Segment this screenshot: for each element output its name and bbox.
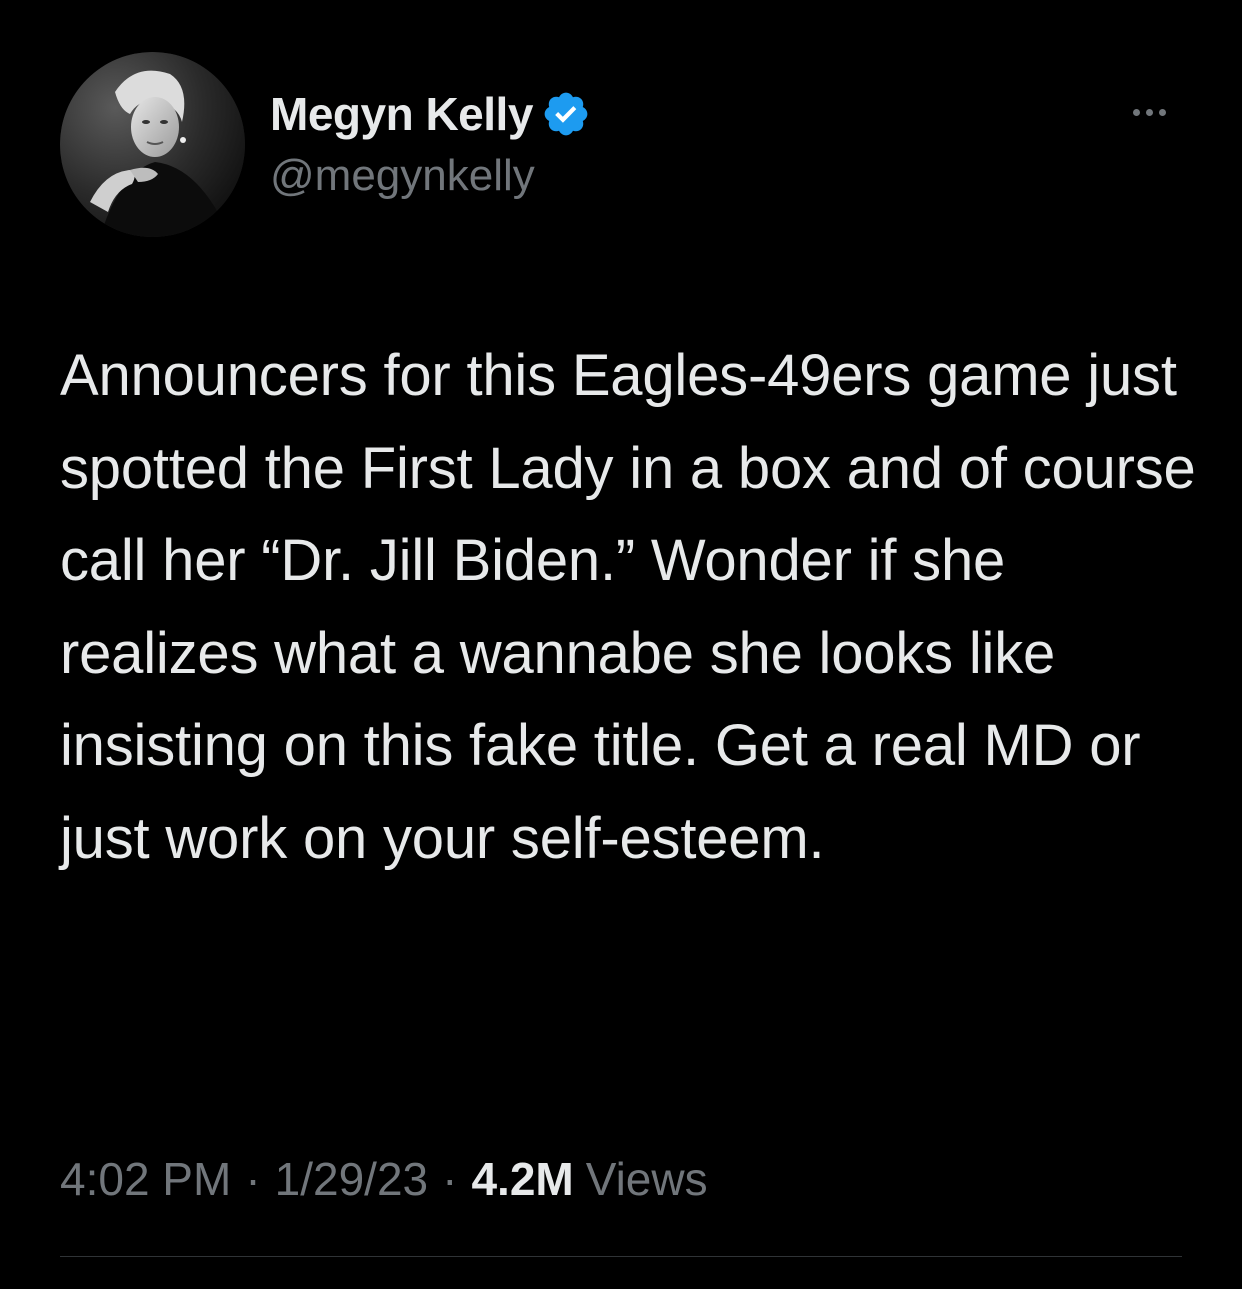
tweet-date[interactable]: 1/29/23 (275, 1152, 428, 1206)
meta-separator: · (442, 1153, 458, 1205)
divider (60, 1256, 1182, 1257)
avatar[interactable] (60, 52, 245, 237)
tweet-time[interactable]: 4:02 PM (60, 1152, 231, 1206)
profile-photo (60, 52, 245, 237)
author-handle[interactable]: @megynkelly (270, 151, 535, 201)
display-name[interactable]: Megyn Kelly (270, 87, 533, 141)
tweet-text: Announcers for this Eagles-49ers game ju… (60, 343, 1196, 871)
more-dot (1132, 108, 1140, 116)
verified-badge-icon[interactable] (541, 89, 591, 139)
tweet-meta: 4:02 PM · 1/29/23 · 4.2M Views (60, 1152, 708, 1206)
more-dot (1145, 108, 1153, 116)
more-dot (1158, 108, 1166, 116)
more-options-icon[interactable] (1110, 92, 1188, 132)
views-count[interactable]: 4.2M (471, 1152, 573, 1206)
meta-separator: · (245, 1153, 261, 1205)
views-label[interactable]: Views (586, 1152, 708, 1206)
author-name-row[interactable]: Megyn Kelly (270, 84, 591, 144)
